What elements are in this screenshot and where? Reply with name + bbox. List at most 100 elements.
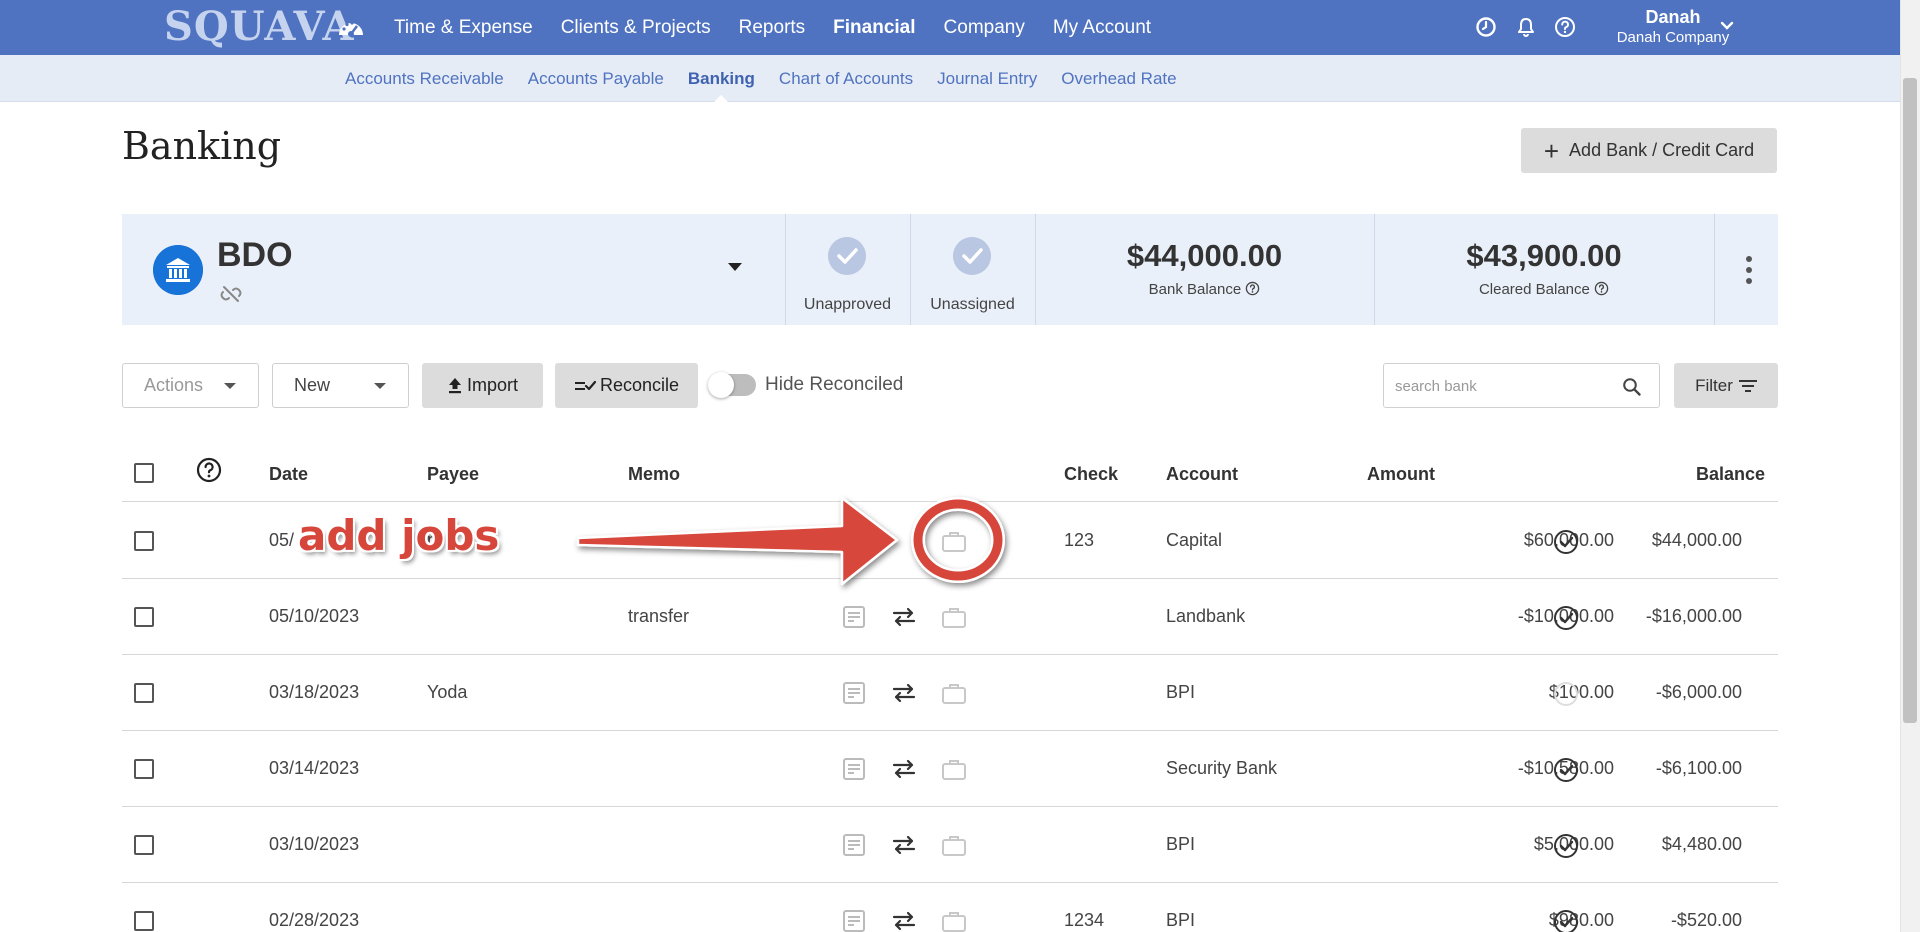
top-navigation-bar: SQUAVA Time & Expense Clients & Projects… [0, 0, 1920, 55]
transfer-icon[interactable] [891, 681, 917, 705]
unlink-icon[interactable] [219, 284, 243, 304]
notes-icon[interactable] [841, 605, 867, 629]
hide-reconciled-toggle[interactable] [708, 372, 756, 398]
column-header-date[interactable]: Date [269, 464, 308, 485]
briefcase-icon[interactable] [941, 757, 967, 781]
row-checkbox[interactable] [134, 607, 154, 627]
new-dropdown[interactable]: New [272, 363, 409, 408]
actions-dropdown[interactable]: Actions [122, 363, 259, 408]
divider [1714, 214, 1715, 325]
reconciled-check-icon[interactable] [1553, 833, 1579, 859]
notes-icon[interactable] [841, 529, 867, 553]
account-name[interactable]: BDO [217, 236, 293, 275]
table-row[interactable]: 02/28/2023 1234 BPI $980.00 -$520.00 [122, 883, 1778, 932]
reconcile-button[interactable]: Reconcile [555, 363, 698, 408]
more-options-icon[interactable] [1745, 255, 1753, 285]
search-input[interactable] [1395, 373, 1615, 399]
table-row[interactable]: 05/10/2023 transfer Landbank -$10,000.00 -$1… [122, 579, 1778, 655]
row-account: BPI [1166, 834, 1196, 854]
column-header-account[interactable]: Account [1166, 464, 1238, 485]
subnav-accounts-receivable[interactable]: Accounts Receivable [333, 55, 516, 102]
chevron-down-icon[interactable] [1718, 17, 1736, 35]
table-row[interactable]: 03/10/2023 BPI $5,000.00 $4,480.00 [122, 807, 1778, 883]
briefcase-icon[interactable] [941, 909, 967, 932]
reconciled-check-icon[interactable] [1553, 909, 1579, 932]
row-date: 02/28/2023 [269, 910, 360, 930]
scrollbar-thumb[interactable] [1903, 78, 1917, 723]
row-date: 03/14/2023 [269, 758, 360, 778]
column-header-balance[interactable]: Balance [1642, 464, 1765, 485]
transfer-icon[interactable] [891, 757, 917, 781]
import-button[interactable]: Import [422, 363, 543, 408]
row-checkbox[interactable] [134, 911, 154, 931]
search-icon[interactable] [1622, 377, 1642, 397]
briefcase-icon[interactable] [941, 833, 967, 857]
row-account: Capital [1166, 530, 1223, 550]
row-date: 05/ [269, 530, 295, 550]
briefcase-icon[interactable] [941, 529, 967, 553]
row-checkbox[interactable] [134, 835, 154, 855]
transfer-icon[interactable] [891, 833, 917, 857]
row-account: BPI [1166, 682, 1196, 702]
dashboard-icon[interactable] [337, 15, 365, 39]
reconciled-check-icon[interactable] [1553, 757, 1579, 783]
clock-icon[interactable] [1475, 16, 1497, 38]
filter-label: Filter [1695, 375, 1733, 395]
cleared-balance-value: $43,900.00 [1466, 238, 1622, 273]
notes-icon[interactable] [841, 909, 867, 932]
question-circle-icon[interactable] [1245, 281, 1260, 296]
column-header-amount[interactable]: Amount [1367, 464, 1435, 485]
bank-balance-value: $44,000.00 [1126, 238, 1283, 273]
row-date: 03/18/2023 [269, 682, 360, 702]
reconciled-check-icon[interactable] [1553, 605, 1579, 631]
transfer-icon[interactable] [891, 605, 917, 629]
unreconciled-circle-icon[interactable] [1553, 681, 1579, 707]
financial-sub-navigation: Accounts Receivable Accounts Payable Ban… [0, 55, 1920, 103]
transfer-icon[interactable] [891, 909, 917, 932]
unapproved-check-icon[interactable] [828, 237, 866, 275]
row-balance: -$6,000.00 [1655, 682, 1742, 702]
question-circle-icon[interactable] [1594, 281, 1609, 296]
column-header-check[interactable]: Check [1064, 464, 1118, 485]
briefcase-icon[interactable] [941, 605, 967, 629]
question-circle-icon[interactable] [196, 457, 222, 483]
nav-financial[interactable]: Financial [819, 0, 929, 55]
bank-balance-caption: Bank Balance [1035, 281, 1374, 298]
app-logo[interactable]: SQUAVA [164, 2, 354, 52]
account-select-caret-icon[interactable] [728, 263, 742, 271]
subnav-accounts-payable[interactable]: Accounts Payable [516, 55, 676, 102]
nav-clients-projects[interactable]: Clients & Projects [547, 0, 725, 55]
briefcase-icon[interactable] [941, 681, 967, 705]
notes-icon[interactable] [841, 833, 867, 857]
subnav-overhead-rate[interactable]: Overhead Rate [1049, 55, 1188, 102]
subnav-chart-of-accounts[interactable]: Chart of Accounts [767, 55, 925, 102]
column-header-payee[interactable]: Payee [427, 464, 479, 485]
column-header-memo[interactable]: Memo [628, 464, 680, 485]
bank-balance-label: Bank Balance [1148, 281, 1242, 298]
table-row[interactable]: 03/14/2023 Security Bank -$10,580.00 -$6,10… [122, 731, 1778, 807]
row-account: BPI [1166, 910, 1196, 930]
help-icon[interactable] [1554, 16, 1576, 38]
row-balance: -$16,000.00 [1645, 606, 1742, 626]
row-checkbox[interactable] [134, 531, 154, 551]
bell-icon[interactable] [1515, 16, 1537, 38]
nav-reports[interactable]: Reports [725, 0, 820, 55]
unassigned-check-icon[interactable] [953, 237, 991, 275]
notes-icon[interactable] [841, 681, 867, 705]
account-summary-panel: BDO Unapproved Unassigned $44,000.00 Ban… [122, 214, 1778, 325]
add-bank-credit-card-button[interactable]: + Add Bank / Credit Card [1521, 128, 1777, 173]
notes-icon[interactable] [841, 757, 867, 781]
add-bank-label: Add Bank / Credit Card [1569, 140, 1755, 160]
reconciled-check-icon[interactable] [1553, 529, 1579, 555]
row-checkbox[interactable] [134, 759, 154, 779]
subnav-journal-entry[interactable]: Journal Entry [925, 55, 1049, 102]
subnav-banking[interactable]: Banking [676, 55, 767, 103]
nav-my-account[interactable]: My Account [1039, 0, 1165, 55]
filter-button[interactable]: Filter [1674, 363, 1778, 408]
nav-company[interactable]: Company [930, 0, 1039, 55]
table-row[interactable]: 03/18/2023 Yoda BPI $100.00 -$6,000.00 [122, 655, 1778, 731]
nav-time-expense[interactable]: Time & Expense [380, 0, 547, 55]
row-checkbox[interactable] [134, 683, 154, 703]
select-all-checkbox[interactable] [134, 463, 154, 483]
unassigned-label: Unassigned [930, 296, 1015, 313]
